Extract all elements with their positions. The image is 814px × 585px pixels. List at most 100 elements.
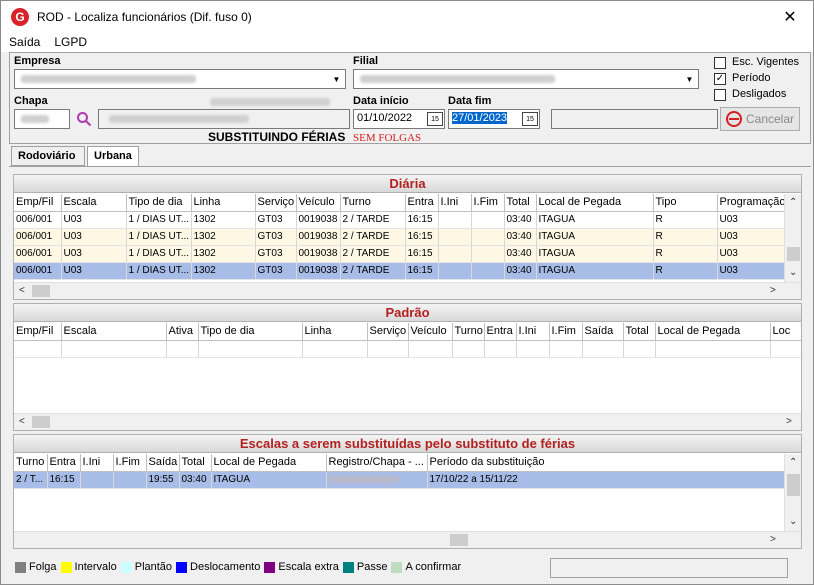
column-header[interactable]: Tipo: [653, 194, 718, 212]
column-header[interactable]: Tipo de dia: [198, 323, 303, 341]
legend-item: A confirmar: [391, 561, 461, 573]
column-header[interactable]: Loc: [770, 323, 801, 341]
redacted-filial: [360, 75, 555, 83]
column-header[interactable]: Entra: [47, 454, 81, 472]
column-header[interactable]: I.Ini: [80, 454, 114, 472]
column-header[interactable]: Saída: [146, 454, 180, 472]
legend-swatch: [264, 561, 276, 573]
column-header[interactable]: Escala: [61, 323, 167, 341]
table-row[interactable]: 006/001 U03 1 / DIAS UT... 1302 GT03 0019038 2…: [14, 245, 785, 263]
table-cell: 1 / DIAS UT...: [126, 262, 192, 280]
scroll-down-icon[interactable]: ⌄: [789, 516, 797, 527]
menu-lgpd[interactable]: LGPD: [54, 35, 87, 49]
column-header[interactable]: Local de Pegada: [655, 323, 771, 341]
column-header[interactable]: Entra: [484, 323, 517, 341]
title-bar: G ROD - Localiza funcionários (Dif. fuso…: [1, 1, 813, 32]
column-header[interactable]: Linha: [302, 323, 368, 341]
diaria-title: Diária: [14, 175, 801, 193]
column-header[interactable]: Programação: [717, 194, 785, 212]
scroll-thumb[interactable]: [32, 416, 50, 428]
scroll-left-icon[interactable]: <: [19, 285, 25, 296]
padrao-hscrollbar[interactable]: < >: [14, 413, 801, 430]
column-header[interactable]: Emp/Fil: [14, 323, 62, 341]
employee-name-field: [98, 109, 350, 129]
column-header[interactable]: Turno: [14, 454, 48, 472]
legend-label: Deslocamento: [190, 561, 261, 573]
table-row[interactable]: 006/001 U03 1 / DIAS UT... 1302 GT03 0019038 2…: [14, 262, 785, 280]
column-header[interactable]: Total: [623, 323, 656, 341]
column-header[interactable]: Veículo: [296, 194, 341, 212]
padrao-title: Padrão: [14, 304, 801, 322]
close-icon[interactable]: ✕: [767, 1, 813, 32]
table-row[interactable]: 006/001 U03 1 / DIAS UT... 1302 GT03 0019038 2…: [14, 228, 785, 246]
tab-urbana[interactable]: Urbana: [87, 146, 139, 166]
column-header[interactable]: Serviço: [367, 323, 409, 341]
escalas-vscrollbar[interactable]: ⌃ ⌄: [784, 454, 801, 531]
column-header[interactable]: Local de Pegada: [211, 454, 327, 472]
legend-label: Escala extra: [278, 561, 339, 573]
scroll-thumb[interactable]: [787, 247, 800, 261]
column-header[interactable]: Veículo: [408, 323, 453, 341]
column-header[interactable]: Turno: [340, 194, 406, 212]
column-header[interactable]: Tipo de dia: [126, 194, 192, 212]
scroll-thumb[interactable]: [32, 285, 50, 297]
column-header[interactable]: Total: [504, 194, 537, 212]
column-header[interactable]: Linha: [191, 194, 256, 212]
table-row[interactable]: [14, 505, 784, 522]
column-header[interactable]: I.Fim: [549, 323, 583, 341]
diaria-hscrollbar[interactable]: < >: [14, 282, 801, 299]
escalas-table-viewport: Turno Entra I.Ini I.Fim Saída Total Local de P…: [14, 454, 784, 531]
desligados-checkbox[interactable]: [714, 89, 726, 101]
table-cell: [471, 262, 505, 280]
diaria-vscrollbar[interactable]: ⌃ ⌄: [784, 194, 801, 282]
empresa-select[interactable]: ▼: [14, 69, 346, 89]
column-header[interactable]: I.Ini: [438, 194, 472, 212]
table-row[interactable]: [14, 488, 784, 505]
scroll-thumb[interactable]: [787, 474, 800, 496]
column-header[interactable]: Turno: [452, 323, 485, 341]
column-header[interactable]: I.Fim: [471, 194, 505, 212]
esc-vigentes-checkbox[interactable]: [714, 57, 726, 69]
table-row[interactable]: 2 / T... 16:15 19:55 03:40 ITAGUA 17/10/22 a …: [14, 471, 784, 489]
calendar-icon[interactable]: 15: [522, 112, 538, 126]
column-header[interactable]: Ativa: [166, 323, 199, 341]
filial-select[interactable]: ▼: [353, 69, 699, 89]
column-header[interactable]: I.Fim: [113, 454, 147, 472]
column-header[interactable]: Saída: [582, 323, 624, 341]
table-row[interactable]: [14, 522, 784, 531]
scroll-thumb[interactable]: [450, 534, 468, 546]
table-cell: 03:40: [504, 245, 537, 263]
scroll-up-icon[interactable]: ⌃: [789, 457, 797, 468]
column-header[interactable]: Total: [179, 454, 212, 472]
chapa-input[interactable]: [14, 109, 70, 129]
column-header[interactable]: Local de Pegada: [536, 194, 654, 212]
status-bar-field: [550, 558, 788, 578]
escalas-hscrollbar[interactable]: >: [14, 531, 801, 548]
tab-rodoviario[interactable]: Rodoviário: [11, 146, 85, 166]
scroll-right-icon[interactable]: >: [786, 416, 792, 427]
column-header[interactable]: Emp/Fil: [14, 194, 62, 212]
escalas-table: Turno Entra I.Ini I.Fim Saída Total Local de P…: [14, 454, 784, 531]
table-cell: 1302: [191, 211, 256, 229]
column-header[interactable]: Entra: [405, 194, 439, 212]
table-row[interactable]: 006/001 U03 1 / DIAS UT... 1302 GT03 0019038 2…: [14, 211, 785, 229]
calendar-icon[interactable]: 15: [427, 112, 443, 126]
scroll-down-icon[interactable]: ⌄: [789, 267, 797, 278]
table-cell: [438, 245, 472, 263]
scroll-right-icon[interactable]: >: [770, 534, 776, 545]
column-header[interactable]: Escala: [61, 194, 127, 212]
scroll-left-icon[interactable]: <: [19, 416, 25, 427]
column-header[interactable]: Serviço: [255, 194, 297, 212]
column-header[interactable]: Registro/Chapa - ...: [326, 454, 428, 472]
scroll-up-icon[interactable]: ⌃: [789, 197, 797, 208]
periodo-checkbox[interactable]: ✓: [714, 73, 726, 85]
scroll-right-icon[interactable]: >: [770, 285, 776, 296]
column-header[interactable]: Período da substituição: [427, 454, 784, 472]
column-header[interactable]: I.Ini: [516, 323, 550, 341]
menu-saida[interactable]: Saída: [9, 35, 40, 49]
cancel-button[interactable]: Cancelar: [720, 107, 800, 131]
legend-label: Intervalo: [74, 561, 117, 573]
table-row[interactable]: [14, 340, 801, 358]
search-icon[interactable]: [76, 111, 92, 127]
escalas-panel: Escalas a serem substituídas pelo substi…: [13, 434, 802, 549]
